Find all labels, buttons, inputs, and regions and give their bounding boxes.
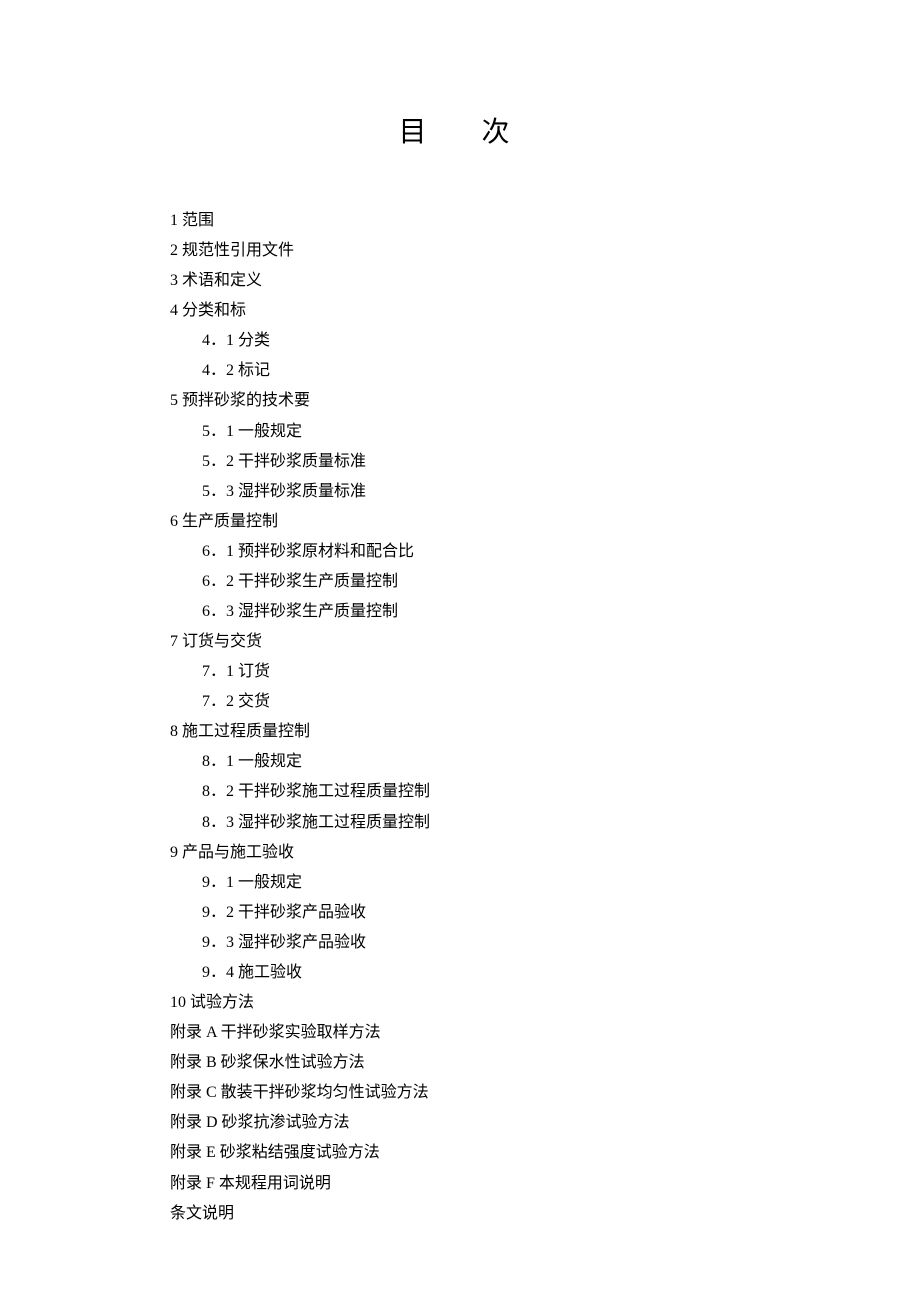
toc-entry: 附录 B 砂浆保水性试验方法 <box>170 1048 750 1078</box>
toc-entry: 6．2 干拌砂浆生产质量控制 <box>170 567 750 597</box>
toc-entry: 6 生产质量控制 <box>170 507 750 537</box>
toc-entry: 9．2 干拌砂浆产品验收 <box>170 898 750 928</box>
toc-entry: 5 预拌砂浆的技术要 <box>170 386 750 416</box>
toc-entry: 7．1 订货 <box>170 657 750 687</box>
toc-entry: 附录 D 砂浆抗渗试验方法 <box>170 1108 750 1138</box>
toc-entry: 9．4 施工验收 <box>170 958 750 988</box>
toc-entry: 1 范围 <box>170 206 750 236</box>
toc-entry: 7．2 交货 <box>170 687 750 717</box>
toc-entry: 4．2 标记 <box>170 356 750 386</box>
toc-entry: 附录 E 砂浆粘结强度试验方法 <box>170 1138 750 1168</box>
toc-entry: 附录 A 干拌砂浆实验取样方法 <box>170 1018 750 1048</box>
toc-entry: 6．1 预拌砂浆原材料和配合比 <box>170 537 750 567</box>
toc-entry: 条文说明 <box>170 1199 750 1229</box>
toc-entry: 5．2 干拌砂浆质量标准 <box>170 447 750 477</box>
page-title: 目 次 <box>170 110 750 150</box>
toc-entry: 附录 F 本规程用词说明 <box>170 1169 750 1199</box>
toc-entry: 6．3 湿拌砂浆生产质量控制 <box>170 597 750 627</box>
toc-entry: 附录 C 散装干拌砂浆均匀性试验方法 <box>170 1078 750 1108</box>
toc-entry: 9．1 一般规定 <box>170 868 750 898</box>
toc-entry: 4 分类和标 <box>170 296 750 326</box>
toc-entry: 9．3 湿拌砂浆产品验收 <box>170 928 750 958</box>
toc-entry: 8．3 湿拌砂浆施工过程质量控制 <box>170 808 750 838</box>
toc-entry: 8．2 干拌砂浆施工过程质量控制 <box>170 777 750 807</box>
toc-entry: 2 规范性引用文件 <box>170 236 750 266</box>
toc-entry: 4．1 分类 <box>170 326 750 356</box>
toc-entry: 5．3 湿拌砂浆质量标准 <box>170 477 750 507</box>
toc-entry: 7 订货与交货 <box>170 627 750 657</box>
toc-entry: 8．1 一般规定 <box>170 747 750 777</box>
toc-entry: 3 术语和定义 <box>170 266 750 296</box>
toc-entry: 8 施工过程质量控制 <box>170 717 750 747</box>
toc-entry: 9 产品与施工验收 <box>170 838 750 868</box>
document-page: 目 次 1 范围2 规范性引用文件3 术语和定义4 分类和标4．1 分类4．2 … <box>0 0 920 1229</box>
toc-entry: 10 试验方法 <box>170 988 750 1018</box>
toc-entry: 5．1 一般规定 <box>170 417 750 447</box>
toc-container: 1 范围2 规范性引用文件3 术语和定义4 分类和标4．1 分类4．2 标记5 … <box>170 206 750 1229</box>
